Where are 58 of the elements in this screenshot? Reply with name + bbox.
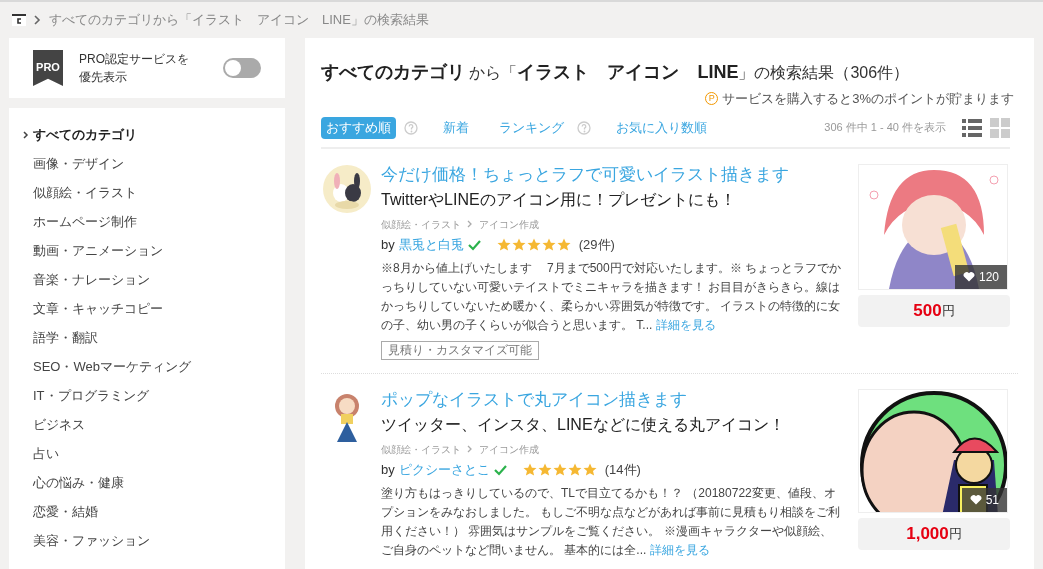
star-icon: [522, 463, 537, 476]
pro-label: PRO認定サービスを優先表示: [79, 51, 190, 86]
price-amount: 1,000: [906, 522, 949, 545]
category-link[interactable]: 似顔絵・イラスト: [33, 182, 137, 203]
chevron-right-icon: [467, 445, 473, 453]
feature-tag: 見積り・カスタマイズ可能: [381, 340, 539, 360]
star-icon: [496, 238, 511, 251]
category-link[interactable]: SEO・Webマーケティング: [33, 356, 191, 377]
points-note: サービスを購入すると3%のポイントが貯まります: [722, 90, 1014, 108]
help-icon[interactable]: [404, 120, 418, 135]
logo-icon[interactable]: [12, 14, 26, 26]
likes-count: 120: [978, 268, 999, 286]
by-label: by: [381, 460, 395, 479]
likes-count: 51: [985, 491, 999, 509]
chevron-right-icon: [467, 220, 473, 228]
review-count: (14件): [604, 460, 641, 479]
category-link[interactable]: 恋愛・結婚: [33, 501, 98, 522]
heart-icon: [962, 271, 975, 282]
chevron-right-icon: [23, 130, 29, 139]
category-link[interactable]: 動画・アニメーション: [33, 240, 163, 261]
by-label: by: [381, 235, 395, 254]
toggle-switch[interactable]: [223, 58, 261, 78]
review-count: (29件): [578, 235, 615, 254]
category-link[interactable]: 美容・ファッション: [33, 530, 150, 551]
pro-badge: PRO: [33, 50, 63, 86]
price-amount: 500: [913, 299, 942, 322]
breadcrumb-text: すべてのカテゴリから「イラスト アイコン LINE」の検索結果: [49, 11, 429, 30]
result-count: 306 件中 1 - 40 件を表示: [824, 120, 946, 136]
service-subtitle: ツイッター、インスタ、LINEなどに使える丸アイコン！: [381, 414, 786, 435]
currency-label: 円: [948, 524, 962, 543]
category-link[interactable]: 占い: [33, 443, 59, 464]
category-link[interactable]: ビジネス: [33, 414, 85, 435]
category-link[interactable]: 心の悩み・健康: [33, 472, 124, 493]
category-link[interactable]: IT・プログラミング: [33, 385, 149, 406]
service-subtitle: TwitterやLINEのアイコン用に！プレゼントにも！: [381, 189, 737, 210]
star-icon: [552, 463, 567, 476]
chevron-right-icon: [34, 15, 41, 25]
service-description: 塗り方もはっきりしているので、TLで目立てるかも！？ （20180722変更、値段、オプションをみなおしました。 もしご不明な点などがあれば事前に見積もり相談をご利用ください！） 雰囲気はサンプルをご覧ください。 ※漫画キャラクターや似顔絵、ご自身のペットなど問いません。 基本的には全... 詳細を見る: [381, 484, 842, 559]
category-link[interactable]: 音楽・ナレーション: [33, 269, 150, 290]
heart-icon: [969, 494, 982, 505]
category-link[interactable]: 語学・翻訳: [33, 327, 98, 348]
star-icon: [567, 463, 582, 476]
grid-view-icon[interactable]: [990, 117, 1010, 138]
help-icon[interactable]: [577, 120, 591, 135]
category-link[interactable]: 文章・キャッチコピー: [33, 298, 163, 319]
currency-label: 円: [941, 301, 955, 320]
category-link[interactable]: すべてのカテゴリ: [33, 124, 137, 145]
star-icon: [556, 238, 571, 251]
list-view-icon[interactable]: [962, 117, 982, 138]
star-icon: [511, 238, 526, 251]
results-heading: すべてのカテゴリ から「イラスト アイコン LINE」の検索結果（306件）: [321, 61, 911, 84]
star-icon: [537, 463, 552, 476]
category-link[interactable]: 画像・デザイン: [33, 153, 124, 174]
service-description: ※8月から値上げいたします 7月まで500円で対応いたします。※ ちょっとラフでかっちりしていない可愛いテイストでミニキャラを描きます！ お目目がきらきら。線はかっちりしていないため暖かく、柔らかい雰囲気が特徴です。 イラストの特徴的に女の子、幼い男の子くらいが似合うと思います。 T... 詳細を見る: [381, 259, 842, 334]
star-icon: [541, 238, 556, 251]
star-icon: [526, 238, 541, 251]
category-link[interactable]: ホームページ制作: [33, 211, 137, 232]
star-icon: [582, 463, 597, 476]
